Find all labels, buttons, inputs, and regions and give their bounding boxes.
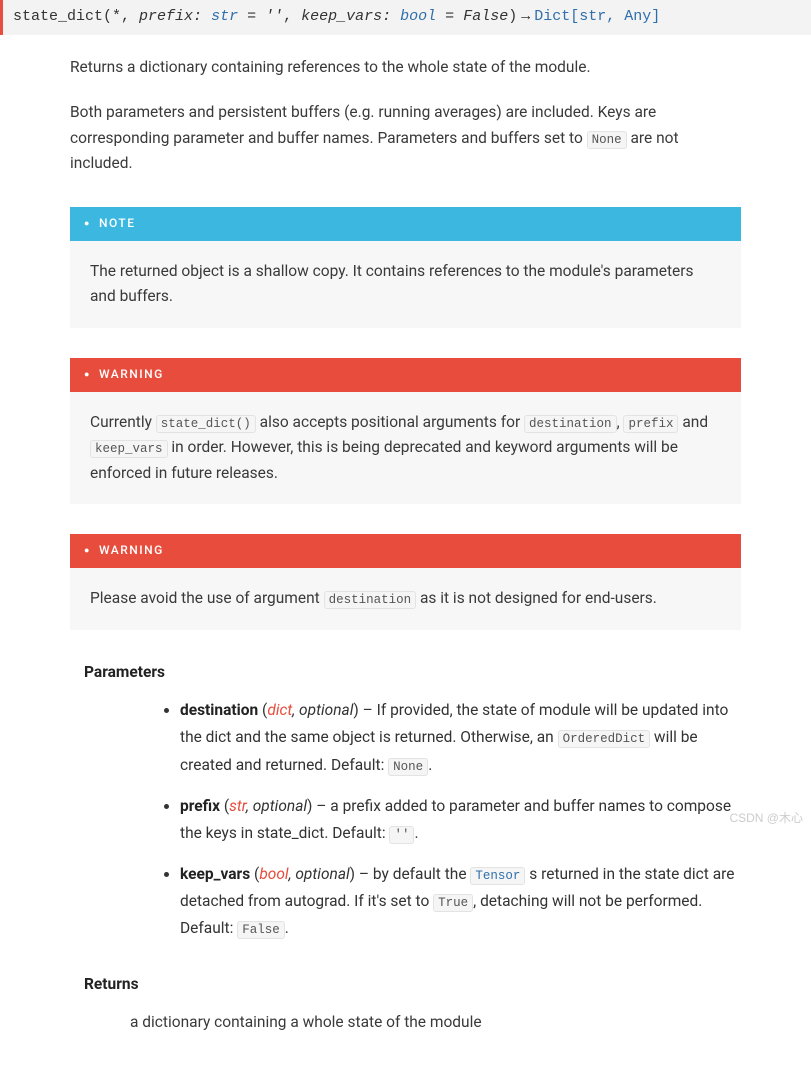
w2-a: Please avoid the use of argument [90, 589, 324, 607]
w2-b: as it is not designed for end-users. [416, 589, 657, 607]
sig-param1-default: '' [265, 8, 283, 25]
sig-return-type-link[interactable]: Dict[str, Any] [534, 8, 660, 25]
returns-heading: Returns [70, 972, 741, 998]
returns-body: a dictionary containing a whole state of… [70, 1010, 741, 1036]
p1-c: . [428, 756, 432, 774]
param-name-destination: destination [180, 701, 258, 719]
param-name-prefix: prefix [180, 797, 220, 815]
sig-param2-type-link[interactable]: bool [400, 8, 436, 25]
param-optional-1: , optional [292, 701, 353, 719]
method-description: Returns a dictionary containing referenc… [0, 55, 811, 1075]
parameters-list: destination (dict, optional) – If provid… [70, 697, 741, 942]
param-type-dict-link[interactable]: dict [267, 701, 292, 719]
w1-e: in order. However, this is being depreca… [90, 438, 678, 482]
summary-paragraph: Returns a dictionary containing referenc… [70, 55, 741, 81]
code-destination-2: destination [324, 591, 417, 609]
p3-a: ) – by default the [350, 865, 471, 883]
note-title: NOTE [70, 207, 741, 241]
w1-d: and [678, 413, 708, 431]
w1-a: Currently [90, 413, 156, 431]
note-admonition: NOTE The returned object is a shallow co… [70, 207, 741, 328]
param-destination: destination (dict, optional) – If provid… [180, 697, 741, 778]
param-prefix: prefix (str, optional) – a prefix added … [180, 793, 741, 847]
sig-return-arrow: → [517, 8, 534, 25]
sig-param1-type-link[interactable]: str [211, 8, 238, 25]
sig-open: (*, [103, 8, 139, 25]
param-optional-3: , optional [289, 865, 350, 883]
sig-sep1: , [283, 8, 301, 25]
code-default-none: None [388, 758, 428, 776]
code-true: True [433, 894, 473, 912]
warning2-text: Please avoid the use of argument destina… [90, 586, 721, 612]
sig-param1-name: prefix [139, 8, 193, 25]
sig-method-name: state_dict [13, 8, 103, 25]
sig-param1-eq: = [238, 8, 265, 25]
code-keep-vars: keep_vars [90, 440, 168, 458]
warning-admonition-2: WARNING Please avoid the use of argument… [70, 534, 741, 629]
warning1-text: Currently state_dict() also accepts posi… [90, 410, 721, 487]
code-state-dict-call: state_dict() [156, 415, 256, 433]
param-optional-2: , optional [246, 797, 307, 815]
method-signature: state_dict(*, prefix: str = '', keep_var… [0, 0, 811, 35]
parameters-heading: Parameters [70, 660, 741, 686]
code-ordereddict: OrderedDict [558, 730, 651, 748]
note-text: The returned object is a shallow copy. I… [90, 259, 721, 310]
detail-text-a: Both parameters and persistent buffers (… [70, 103, 656, 147]
warning1-title: WARNING [70, 358, 741, 392]
param-type-bool-link[interactable]: bool [259, 865, 288, 883]
param-type-str-link[interactable]: str [229, 797, 246, 815]
sig-param2-eq: = [436, 8, 463, 25]
warning2-title: WARNING [70, 534, 741, 568]
sig-close: ) [508, 8, 517, 25]
code-destination: destination [524, 415, 617, 433]
param-keep-vars: keep_vars (bool, optional) – by default … [180, 861, 741, 942]
warning-admonition-1: WARNING Currently state_dict() also acce… [70, 358, 741, 504]
code-default-empty: '' [389, 826, 414, 844]
code-prefix: prefix [623, 415, 678, 433]
sig-param2-default: False [463, 8, 508, 25]
code-tensor-link[interactable]: Tensor [470, 867, 525, 885]
code-default-false: False [237, 921, 285, 939]
watermark: CSDN @木心 [729, 809, 803, 829]
warning2-body: Please avoid the use of argument destina… [70, 568, 741, 630]
p3-d: . [285, 919, 289, 937]
detail-paragraph: Both parameters and persistent buffers (… [70, 100, 741, 177]
code-none: None [587, 131, 627, 149]
param-name-keep-vars: keep_vars [180, 865, 250, 883]
w1-b: also accepts positional arguments for [256, 413, 524, 431]
note-body: The returned object is a shallow copy. I… [70, 241, 741, 328]
warning1-body: Currently state_dict() also accepts posi… [70, 392, 741, 505]
sig-param2-name: keep_vars [301, 8, 382, 25]
